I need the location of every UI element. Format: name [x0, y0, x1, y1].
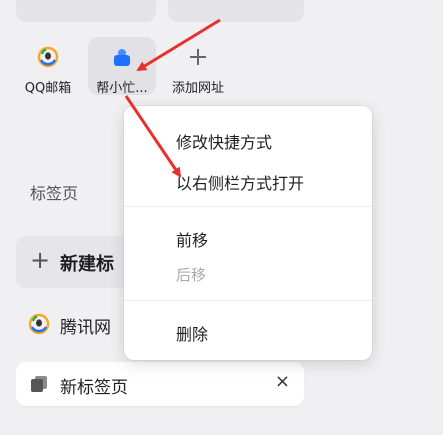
shortcut-qq-mail[interactable]: QQ邮箱: [14, 37, 82, 96]
new-tab-label: 新建标: [60, 254, 114, 275]
plus-icon: [190, 49, 206, 65]
menu-item-move-forward[interactable]: 前移: [176, 227, 208, 251]
shortcut-add-url[interactable]: 添加网址: [164, 37, 232, 96]
qq-mail-icon: [37, 46, 59, 68]
context-menu: 修改快捷方式 以右侧栏方式打开 前移 后移 删除: [124, 106, 372, 360]
shortcut-tile-partial-left[interactable]: [16, 0, 156, 22]
menu-divider: [124, 300, 372, 301]
tencent-icon: [28, 313, 50, 335]
plus-icon: +: [30, 246, 51, 274]
tab-stack-icon: [31, 376, 47, 392]
shortcut-tile-partial-right[interactable]: [168, 0, 304, 22]
menu-item-edit-shortcut[interactable]: 修改快捷方式: [176, 129, 272, 153]
shortcut-label: 帮小忙...: [96, 81, 148, 96]
menu-divider: [124, 206, 372, 207]
menu-item-delete[interactable]: 删除: [176, 321, 208, 345]
shortcut-label: 添加网址: [171, 81, 224, 96]
tab-item-new-tab[interactable]: 新标签页 ×: [16, 362, 304, 406]
menu-item-move-back: 后移: [176, 266, 207, 284]
tab-label: 新标签页: [60, 378, 128, 398]
shortcut-label: QQ邮箱: [24, 81, 72, 96]
menu-item-open-in-sidebar[interactable]: 以右侧栏方式打开: [176, 170, 304, 194]
tab-label: 腾讯网: [60, 318, 111, 338]
close-icon[interactable]: ×: [275, 371, 290, 392]
section-title-tabs: 标签页: [30, 184, 79, 203]
helper-icon: [114, 49, 130, 66]
shortcut-helper[interactable]: 帮小忙...: [88, 37, 156, 96]
